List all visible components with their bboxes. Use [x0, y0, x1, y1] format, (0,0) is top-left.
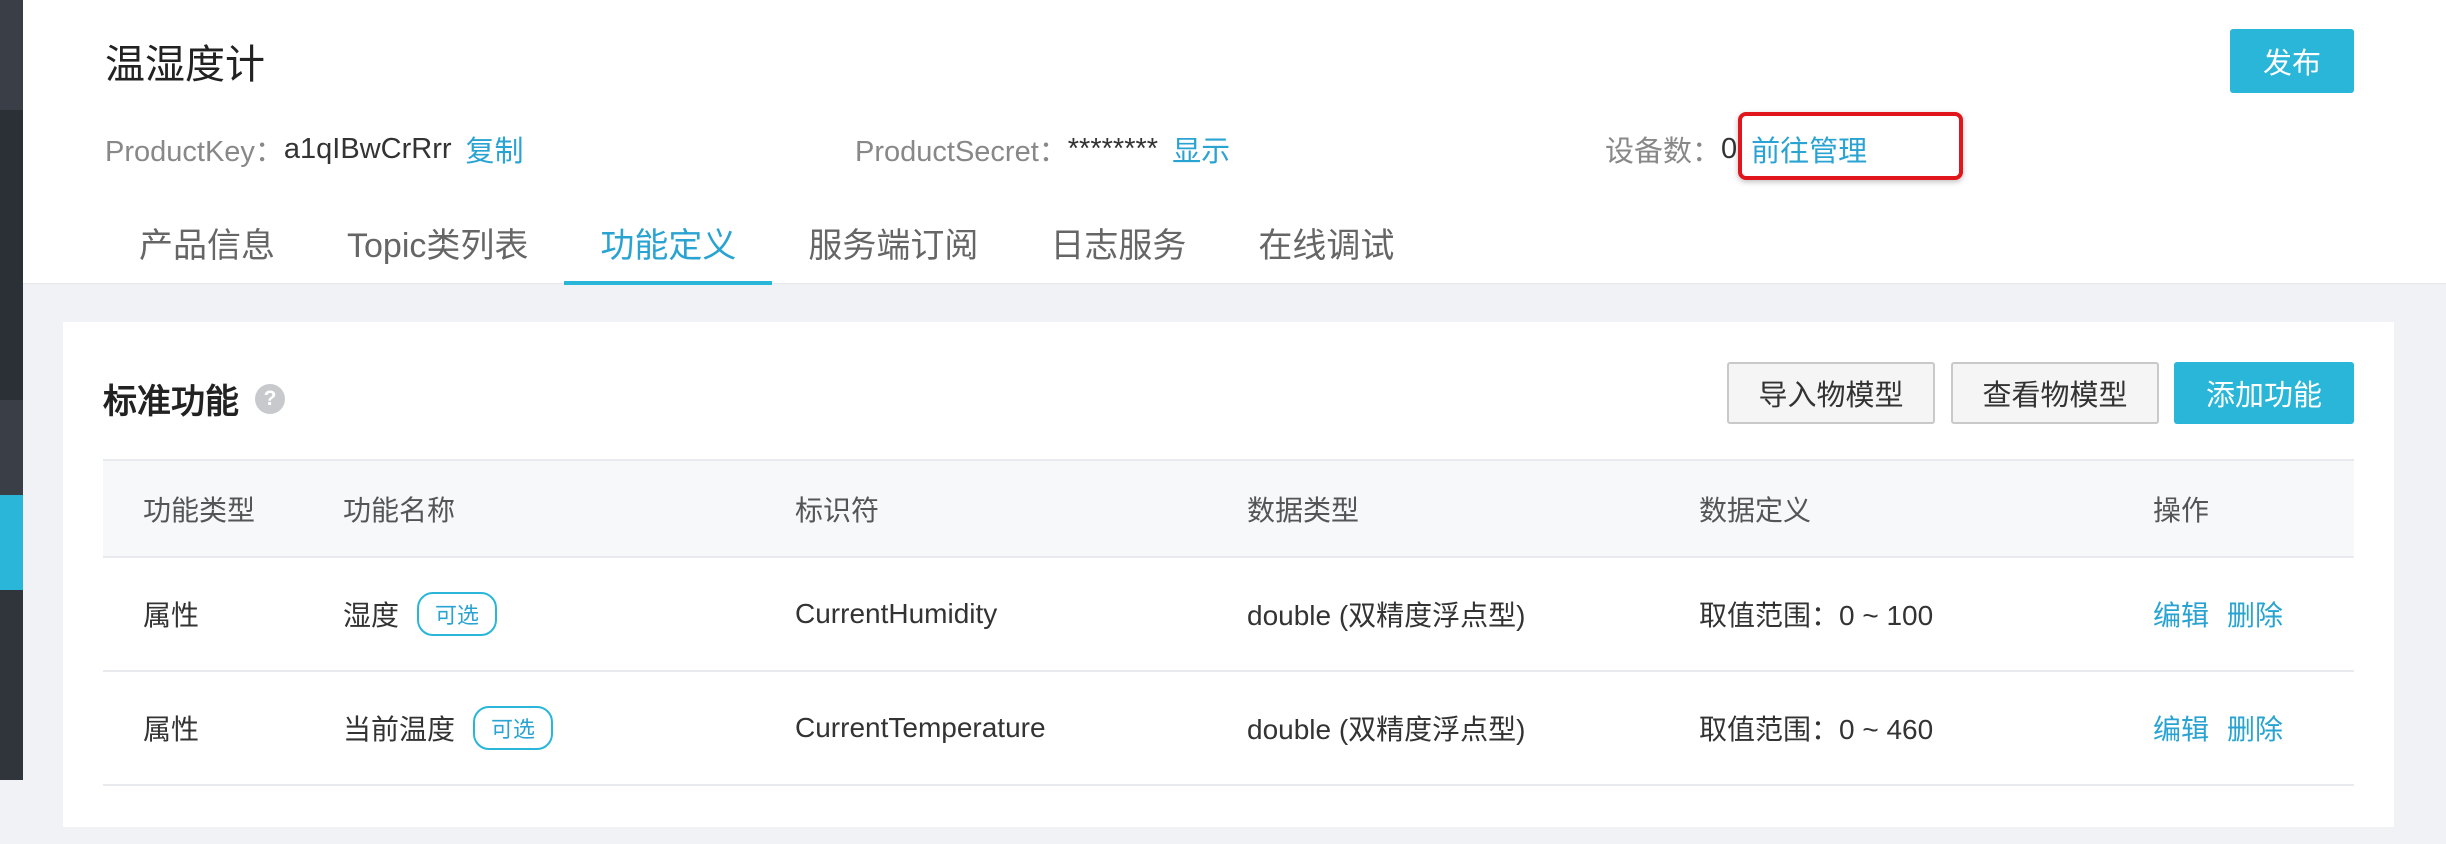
function-name-text: 湿度: [343, 600, 400, 631]
device-count-label: 设备数：: [1605, 136, 1722, 168]
product-key-label: ProductKey：: [105, 136, 284, 168]
cell-data-definition: 取值范围：0 ~ 100: [1699, 600, 1934, 631]
section-title: 标准功能 ?: [103, 374, 285, 423]
show-secret-link[interactable]: 显示: [1172, 128, 1230, 170]
header-data-type: 数据类型: [1247, 494, 1360, 526]
delete-link[interactable]: 删除: [2227, 708, 2283, 748]
header-identifier: 标识符: [795, 494, 880, 526]
cell-data-definition: 取值范围：0 ~ 460: [1699, 714, 1934, 745]
tab-log-service[interactable]: 日志服务: [1014, 200, 1222, 284]
cell-data-type: double (双精度浮点型): [1247, 714, 1526, 745]
cell-actions: 编辑 删除: [2153, 672, 2301, 784]
page-title: 温湿度计: [105, 43, 265, 87]
cell-actions: 编辑 删除: [2153, 558, 2301, 670]
function-name-text: 当前温度: [343, 714, 456, 745]
copy-link[interactable]: 复制: [466, 128, 524, 170]
product-tabs: 产品信息 Topic类列表 功能定义 服务端订阅 日志服务 在线调试: [103, 200, 1430, 285]
cell-data-type: double (双精度浮点型): [1247, 600, 1526, 631]
left-nav-segment: [0, 400, 23, 495]
left-nav-segment: [0, 780, 23, 844]
view-model-button[interactable]: 查看物模型: [1951, 362, 2159, 424]
left-nav-active-indicator[interactable]: [0, 495, 23, 590]
cell-identifier: CurrentHumidity: [795, 598, 998, 629]
left-nav-segment: [0, 590, 23, 780]
edit-link[interactable]: 编辑: [2153, 594, 2209, 634]
tab-product-info[interactable]: 产品信息: [103, 200, 311, 284]
cell-function-name: 当前温度 可选: [343, 672, 554, 784]
cell-function-type: 属性: [143, 600, 200, 631]
publish-button[interactable]: 发布: [2230, 29, 2354, 93]
import-model-button[interactable]: 导入物模型: [1727, 362, 1935, 424]
optional-tag: 可选: [473, 706, 554, 750]
add-function-button[interactable]: 添加功能: [2174, 362, 2354, 424]
left-nav-segment: [0, 0, 23, 110]
product-secret-label: ProductSecret：: [855, 136, 1068, 168]
device-count-value: 0: [1721, 132, 1738, 165]
functions-table: 功能类型 功能名称 标识符 数据类型 数据定义 操作 属性 湿度 可选 Curr…: [103, 459, 2354, 786]
product-header: 温湿度计 发布 ProductKey： a1qIBwCrRrr 复制 Produ…: [23, 0, 2446, 285]
standard-functions-card: 标准功能 ? 导入物模型 查看物模型 添加功能 功能类型 功能名称 标识符 数据…: [63, 322, 2394, 827]
cell-function-type: 属性: [143, 714, 200, 745]
header-data-definition: 数据定义: [1699, 494, 1812, 526]
help-icon[interactable]: ?: [255, 383, 285, 414]
tab-function-definition[interactable]: 功能定义: [564, 200, 773, 285]
tab-topic-list[interactable]: Topic类列表: [311, 200, 564, 284]
cell-function-name: 湿度 可选: [343, 558, 498, 670]
table-row: 属性 湿度 可选 CurrentHumidity double (双精度浮点型)…: [103, 558, 2354, 672]
edit-link[interactable]: 编辑: [2153, 708, 2209, 748]
cell-identifier: CurrentTemperature: [795, 712, 1046, 743]
header-function-name: 功能名称: [343, 494, 456, 526]
highlight-annotation-box: [1738, 112, 1963, 180]
product-secret-value: ********: [1067, 132, 1159, 165]
tab-online-debug[interactable]: 在线调试: [1222, 200, 1430, 284]
table-row: 属性 当前温度 可选 CurrentTemperature double (双精…: [103, 672, 2354, 786]
product-key-value: a1qIBwCrRrr: [283, 132, 452, 165]
product-key-row: ProductKey： a1qIBwCrRrr 复制: [105, 128, 524, 170]
section-title-text: 标准功能: [103, 383, 239, 421]
delete-link[interactable]: 删除: [2227, 594, 2283, 634]
table-header: 功能类型 功能名称 标识符 数据类型 数据定义 操作: [103, 459, 2354, 558]
optional-tag: 可选: [417, 592, 498, 636]
product-secret-row: ProductSecret： ******** 显示: [855, 128, 1230, 170]
header-function-type: 功能类型: [143, 494, 256, 526]
tab-server-subscription[interactable]: 服务端订阅: [772, 200, 1014, 284]
header-actions: 操作: [2153, 494, 2210, 526]
left-nav-strip: [0, 0, 23, 844]
